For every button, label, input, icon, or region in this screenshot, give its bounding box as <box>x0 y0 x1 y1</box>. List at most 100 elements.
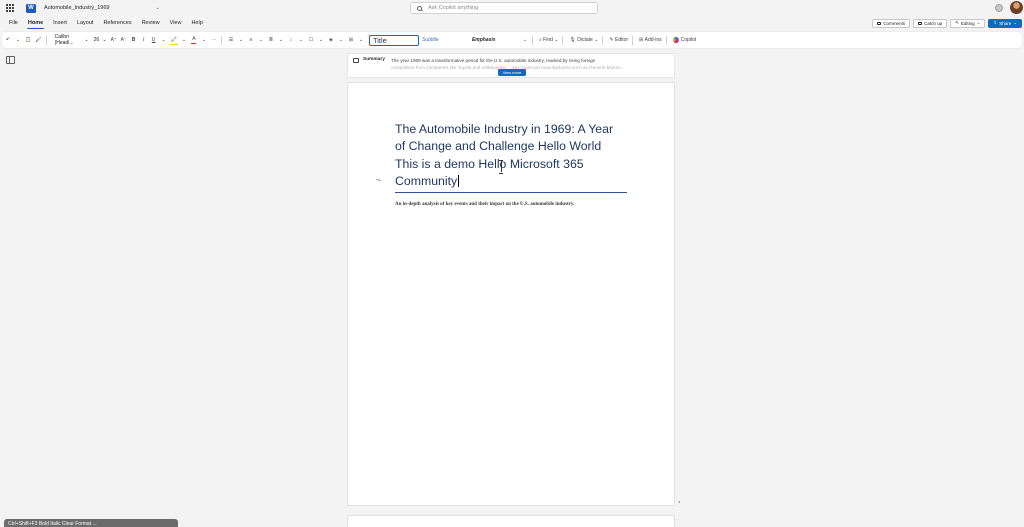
word-logo-icon: W <box>26 3 36 13</box>
style-subtitle[interactable]: Subtitle <box>419 35 469 46</box>
editor-button[interactable]: ✎ Editor <box>608 35 629 45</box>
heading-line-4-container: Community <box>395 173 629 190</box>
paste-icon[interactable]: 📋 <box>24 35 32 45</box>
catch-up-button[interactable]: Catch up <box>913 18 948 28</box>
avatar[interactable] <box>1010 1 1023 14</box>
borders-icon[interactable]: ☐ <box>307 35 315 45</box>
tab-help[interactable]: Help <box>190 20 203 26</box>
summary-text: The year 1969 was a transformative perio… <box>391 57 671 71</box>
chevron-down-icon[interactable]: ⌄ <box>297 35 305 45</box>
copilot-button[interactable]: Copilot <box>672 35 698 45</box>
heading-line-1: The Automobile Industry in 1969: A Year <box>395 122 614 136</box>
tab-references[interactable]: References <box>102 20 132 26</box>
addins-button[interactable]: ⊞ Add-ins <box>638 35 663 45</box>
styles-pane-icon[interactable]: ⊞ <box>347 35 355 45</box>
chevron-down-icon[interactable]: ⌄ <box>277 35 285 45</box>
dictate-label: Dictate <box>577 37 593 43</box>
summary-line-2: competition from companies like Toyota a… <box>391 65 625 70</box>
chevron-down-icon: ⌄ <box>84 37 89 43</box>
style-title[interactable]: Title <box>368 34 419 46</box>
format-painter-icon[interactable]: 🖌 <box>34 35 42 45</box>
comments-button[interactable]: Comments <box>872 18 911 28</box>
catch-up-label: Catch up <box>924 20 943 26</box>
paragraph-options-icon[interactable]: ⤳ <box>376 178 381 185</box>
document-page[interactable]: The Automobile Industry in 1969: A Year … <box>347 82 675 506</box>
copilot-label: Copilot <box>680 37 697 43</box>
divider <box>45 35 47 45</box>
chevron-down-icon: ⌄ <box>594 37 599 43</box>
numbering-icon[interactable]: ≡ <box>247 35 255 45</box>
align-icon[interactable]: ≣ <box>267 35 275 45</box>
catch-up-icon <box>918 21 923 25</box>
chevron-down-icon[interactable]: ⌄ <box>317 35 325 45</box>
status-tooltip: Ctrl+Shift+F3 Bold Italic Clear Format .… <box>4 519 178 527</box>
font-name-dropdown[interactable]: Calibri (Headi... ⌄ <box>53 34 91 46</box>
editing-label: Editing <box>960 20 975 26</box>
document-page-2[interactable] <box>347 515 675 527</box>
chevron-down-icon[interactable]: ⌄ <box>337 35 345 45</box>
bullets-icon[interactable]: ☰ <box>227 35 235 45</box>
pencil-icon: ✎ <box>955 20 959 25</box>
bold-button[interactable]: B <box>130 35 138 45</box>
search-input[interactable]: Ask Copilot anything <box>410 2 598 14</box>
chevron-down-icon[interactable]: ⌄ <box>257 35 265 45</box>
italic-button[interactable]: I <box>140 35 148 45</box>
dictate-button[interactable]: 🎙 Dictate ⌄ <box>568 35 599 45</box>
shading-icon[interactable]: ◈ <box>327 35 335 45</box>
font-size-dropdown[interactable]: 26 ⌄ <box>93 35 108 45</box>
font-color-button[interactable]: A <box>190 35 198 45</box>
chevron-down-icon[interactable]: ⌄ <box>160 35 168 45</box>
search-placeholder: Ask Copilot anything <box>428 5 479 11</box>
heading-line-3: This is a demo Hello Microsoft 365 <box>395 156 584 171</box>
tab-layout[interactable]: Layout <box>76 20 95 26</box>
editing-mode-button[interactable]: ✎ Editing ⌄ <box>950 18 986 28</box>
more-options-icon[interactable]: ⋯ <box>210 35 218 45</box>
chevron-down-icon: ⌄ <box>102 37 107 43</box>
decrease-font-size-icon[interactable]: A⁻ <box>120 35 128 45</box>
style-emphasis[interactable]: Emphasis <box>469 35 519 46</box>
menu-bar: File Home Insert Layout References Revie… <box>0 17 1024 29</box>
settings-icon[interactable] <box>995 4 1003 12</box>
document-title-heading[interactable]: The Automobile Industry in 1969: A Year … <box>395 121 629 190</box>
summary-line-1: The year 1969 was a transformative perio… <box>391 58 596 63</box>
chevron-down-icon[interactable]: ⌄ <box>237 35 245 45</box>
chevron-down-icon[interactable]: ⌄ <box>155 5 159 11</box>
tab-review[interactable]: Review <box>141 20 161 26</box>
tab-insert[interactable]: Insert <box>52 20 68 26</box>
chevron-down-icon[interactable]: ⌄ <box>14 35 22 45</box>
chevron-down-icon: ⌄ <box>1013 20 1017 25</box>
microphone-icon: 🎙 <box>569 37 576 43</box>
underline-button[interactable]: U <box>150 35 158 45</box>
share-label: Share <box>999 20 1012 26</box>
scroll-indicator-icon[interactable]: ◂ <box>678 499 680 504</box>
document-subtitle[interactable]: An in-depth analysis of key events and t… <box>395 202 574 207</box>
navigation-pane-icon[interactable] <box>6 56 15 64</box>
tab-file[interactable]: File <box>8 20 19 26</box>
highlight-icon[interactable]: 🖍 <box>169 35 178 45</box>
divider <box>562 35 564 45</box>
tab-view[interactable]: View <box>169 20 183 26</box>
app-launcher-icon[interactable] <box>3 1 17 15</box>
chevron-down-icon[interactable]: ⌄ <box>180 35 188 45</box>
increase-font-size-icon[interactable]: A⁺ <box>110 35 118 45</box>
document-title[interactable]: Automobile_Industry_1969 <box>44 5 109 11</box>
editor-icon: ✎ <box>609 37 614 43</box>
text-cursor <box>458 174 459 187</box>
line-spacing-icon[interactable]: ↕ <box>287 35 295 45</box>
title-bar: W Automobile_Industry_1969 ⌄ Ask Copilot… <box>0 0 1024 16</box>
tab-home[interactable]: Home <box>26 20 45 29</box>
share-button[interactable]: ⇪ Share ⌄ <box>988 18 1022 28</box>
chevron-down-icon[interactable]: ⌄ <box>357 35 365 45</box>
view-more-button[interactable]: View more <box>498 69 526 76</box>
chevron-down-icon[interactable]: ⌄ <box>200 35 208 45</box>
summary-icon <box>353 58 359 63</box>
find-label: Find <box>543 37 553 43</box>
addins-label: Add-ins <box>644 37 662 43</box>
undo-icon[interactable]: ↶ <box>4 35 12 45</box>
divider <box>665 35 667 45</box>
divider <box>220 35 222 45</box>
chevron-down-icon[interactable]: ⌄ <box>521 35 529 45</box>
divider <box>632 35 634 45</box>
heading-line-2: of Change and Challenge Hello World <box>395 139 602 154</box>
find-button[interactable]: ⌕ Find ⌄ <box>538 35 560 45</box>
